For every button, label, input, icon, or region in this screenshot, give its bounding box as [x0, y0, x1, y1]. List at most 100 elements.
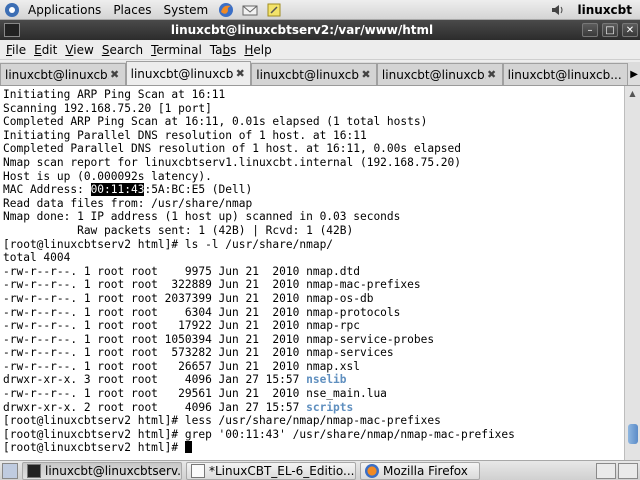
terminal-line: Completed Parallel DNS resolution of 1 h… — [3, 142, 462, 156]
show-desktop-icon[interactable] — [2, 462, 18, 479]
terminal-line: -rw-r--r--. 1 root root 17922 Jun 21 201… — [3, 319, 360, 333]
tab-terminal-3[interactable]: linuxcbt@linuxcb... ✖ — [251, 63, 377, 85]
tab-terminal-5[interactable]: linuxcbt@linuxcb... — [502, 63, 629, 85]
selected-text: 00:11:43 — [90, 183, 145, 197]
tab-terminal-4[interactable]: linuxcbt@linuxcb... ✖ — [376, 63, 503, 85]
taskbar-button-label: linuxcbt@linuxcbtserv... — [45, 463, 182, 478]
tab-close-icon[interactable]: ✖ — [109, 68, 121, 81]
terminal-line: -rw-r--r--. 1 root root 322889 Jun 21 20… — [3, 278, 421, 292]
terminal-line: -rw-r--r--. 1 root root 29561 Jun 21 201… — [3, 387, 387, 401]
tab-scroll-right-icon[interactable]: ▶ — [628, 63, 640, 85]
menu-item-edit[interactable]: Edit — [30, 43, 61, 57]
menu-item-mnemonic: b — [222, 42, 231, 57]
vertical-scrollbar[interactable]: ▲ — [624, 86, 640, 460]
menu-item-label-post: elp — [253, 42, 272, 57]
tab-label: linuxcbt@linuxcb... — [130, 66, 235, 81]
directory-name[interactable]: nselib — [306, 373, 346, 386]
terminal-line: MAC Address: 00:11:43:5A:BC:E5 (Dell) — [3, 183, 253, 197]
terminal-line: Nmap scan report for linuxcbtserv1.linux… — [3, 155, 462, 169]
menu-item-mnemonic: E — [34, 42, 42, 57]
terminal-icon — [27, 463, 41, 478]
menu-item-help[interactable]: Help — [240, 43, 275, 57]
terminal-line: Read data files from: /usr/share/nmap — [3, 196, 253, 210]
scrollbar-thumb[interactable] — [628, 424, 638, 444]
terminal-line: [root@linuxcbtserv2 html]# grep '00:11:4… — [3, 427, 515, 441]
terminal-line: -rw-r--r--. 1 root root 1050394 Jun 21 2… — [3, 332, 435, 346]
volume-control[interactable] — [548, 1, 568, 19]
mail-launcher[interactable] — [240, 1, 260, 19]
menu-item-view[interactable]: View — [61, 43, 97, 57]
terminal-line: total 4004 — [3, 251, 71, 265]
distro-logo-icon — [5, 2, 19, 17]
menu-item-search[interactable]: Search — [98, 43, 147, 57]
terminal-line: [root@linuxcbtserv2 html]# ls -l /usr/sh… — [3, 237, 334, 251]
tab-close-icon[interactable]: ✖ — [360, 68, 372, 81]
firefox-icon — [219, 2, 234, 17]
system-menu[interactable]: System — [157, 0, 214, 20]
notes-launcher[interactable] — [264, 1, 284, 19]
tab-label: linuxcbt@linuxcb... — [381, 67, 486, 82]
menu-item-label-post: dit — [41, 42, 58, 57]
window-title: linuxcbt@linuxcbtserv2:/var/www/html — [170, 23, 434, 37]
bottom-taskbar: linuxcbt@linuxcbtserv... *LinuxCBT_EL-6_E… — [0, 460, 640, 480]
minimize-button[interactable]: – — [582, 23, 598, 37]
taskbar-button-label: *LinuxCBT_EL-6_Editio... — [209, 463, 355, 478]
text-cursor — [184, 441, 192, 454]
terminal-line: [root@linuxcbtserv2 html]# — [3, 441, 621, 455]
window-titlebar[interactable]: linuxcbt@linuxcbtserv2:/var/www/html – □… — [0, 20, 640, 40]
terminal-line: -rw-r--r--. 1 root root 2037399 Jun 21 2… — [3, 291, 374, 305]
terminal-line: drwxr-xr-x. 3 root root 4096 Jan 27 15:5… — [3, 373, 347, 387]
tab-close-icon[interactable]: ✖ — [486, 68, 498, 81]
minimize-icon: – — [587, 24, 593, 36]
applications-menu[interactable]: Applications — [22, 0, 107, 20]
menu-item-tabs[interactable]: Tabs — [206, 43, 241, 57]
terminal-line: -rw-r--r--. 1 root root 26657 Jun 21 201… — [3, 359, 360, 373]
maximize-icon: □ — [605, 24, 615, 36]
tab-bar: linuxcbt@linuxcb... ✖ linuxcbt@linuxcb... ✖… — [0, 61, 640, 86]
terminal-line: Raw packets sent: 1 (42B) | Rcvd: 1 (42B… — [3, 223, 354, 237]
maximize-button[interactable]: □ — [602, 23, 618, 37]
tab-close-icon[interactable]: ✖ — [234, 67, 246, 80]
tab-label: linuxcbt@linuxcb... — [256, 67, 360, 82]
taskbar-button-label: Mozilla Firefox — [383, 463, 468, 478]
places-menu[interactable]: Places — [107, 0, 157, 20]
tab-label: linuxcbt@linuxcb... — [507, 67, 622, 82]
close-button[interactable]: ✕ — [622, 23, 638, 37]
terminal-line: Initiating ARP Ping Scan at 16:11 — [3, 88, 226, 101]
taskbar-button-1[interactable]: linuxcbt@linuxcbtserv... — [22, 461, 182, 480]
taskbar-button-3[interactable]: Mozilla Firefox — [360, 461, 480, 480]
terminal-line: -rw-r--r--. 1 root root 573282 Jun 21 20… — [3, 346, 394, 360]
terminal-window: linuxcbt@linuxcbtserv2:/var/www/html – □… — [0, 20, 640, 460]
terminal-line: Completed ARP Ping Scan at 16:11, 0.01s … — [3, 115, 428, 129]
hostname-label: linuxcbt — [577, 2, 633, 17]
terminal-app-icon[interactable] — [4, 23, 20, 37]
workspace-switcher-2[interactable] — [618, 462, 638, 479]
terminal-output[interactable]: Initiating ARP Ping Scan at 16:11 Scannin… — [0, 86, 624, 460]
tab-label: linuxcbt@linuxcb... — [5, 67, 109, 82]
text-editor-icon — [191, 463, 205, 478]
menubar: File Edit View Search Terminal Tabs Help — [0, 40, 640, 60]
directory-name[interactable]: scripts — [306, 401, 353, 414]
close-icon: ✕ — [625, 24, 635, 36]
terminal-line: -rw-r--r--. 1 root root 6304 Jun 21 2010… — [3, 305, 401, 319]
menu-item-label-post: erminal — [156, 42, 202, 57]
top-panel: Applications Places System linuxcbt — [0, 0, 640, 20]
terminal-line: Host is up (0.000092s latency). — [3, 169, 212, 183]
mail-icon — [242, 5, 258, 15]
notes-icon — [267, 3, 281, 16]
menu-item-label-post: s — [230, 42, 237, 57]
terminal-line: -rw-r--r--. 1 root root 9975 Jun 21 2010… — [3, 264, 360, 278]
menu-item-file[interactable]: File — [2, 43, 30, 57]
workspace-switcher-1[interactable] — [596, 462, 616, 479]
tab-terminal-2[interactable]: linuxcbt@linuxcb... ✖ — [125, 61, 252, 85]
menu-item-terminal[interactable]: Terminal — [147, 43, 206, 57]
terminal-line: drwxr-xr-x. 2 root root 4096 Jan 27 15:5… — [3, 400, 354, 414]
terminal-line: Nmap done: 1 IP address (1 host up) scan… — [3, 210, 401, 224]
menu-item-label-post: ile — [12, 42, 27, 57]
firefox-launcher[interactable] — [216, 1, 236, 19]
menu-item-label-post: earch — [109, 42, 144, 57]
menu-item-label-post: iew — [73, 42, 94, 57]
scroll-up-icon[interactable]: ▲ — [625, 86, 640, 100]
tab-terminal-1[interactable]: linuxcbt@linuxcb... ✖ — [0, 63, 126, 85]
taskbar-button-2[interactable]: *LinuxCBT_EL-6_Editio... — [186, 461, 356, 480]
